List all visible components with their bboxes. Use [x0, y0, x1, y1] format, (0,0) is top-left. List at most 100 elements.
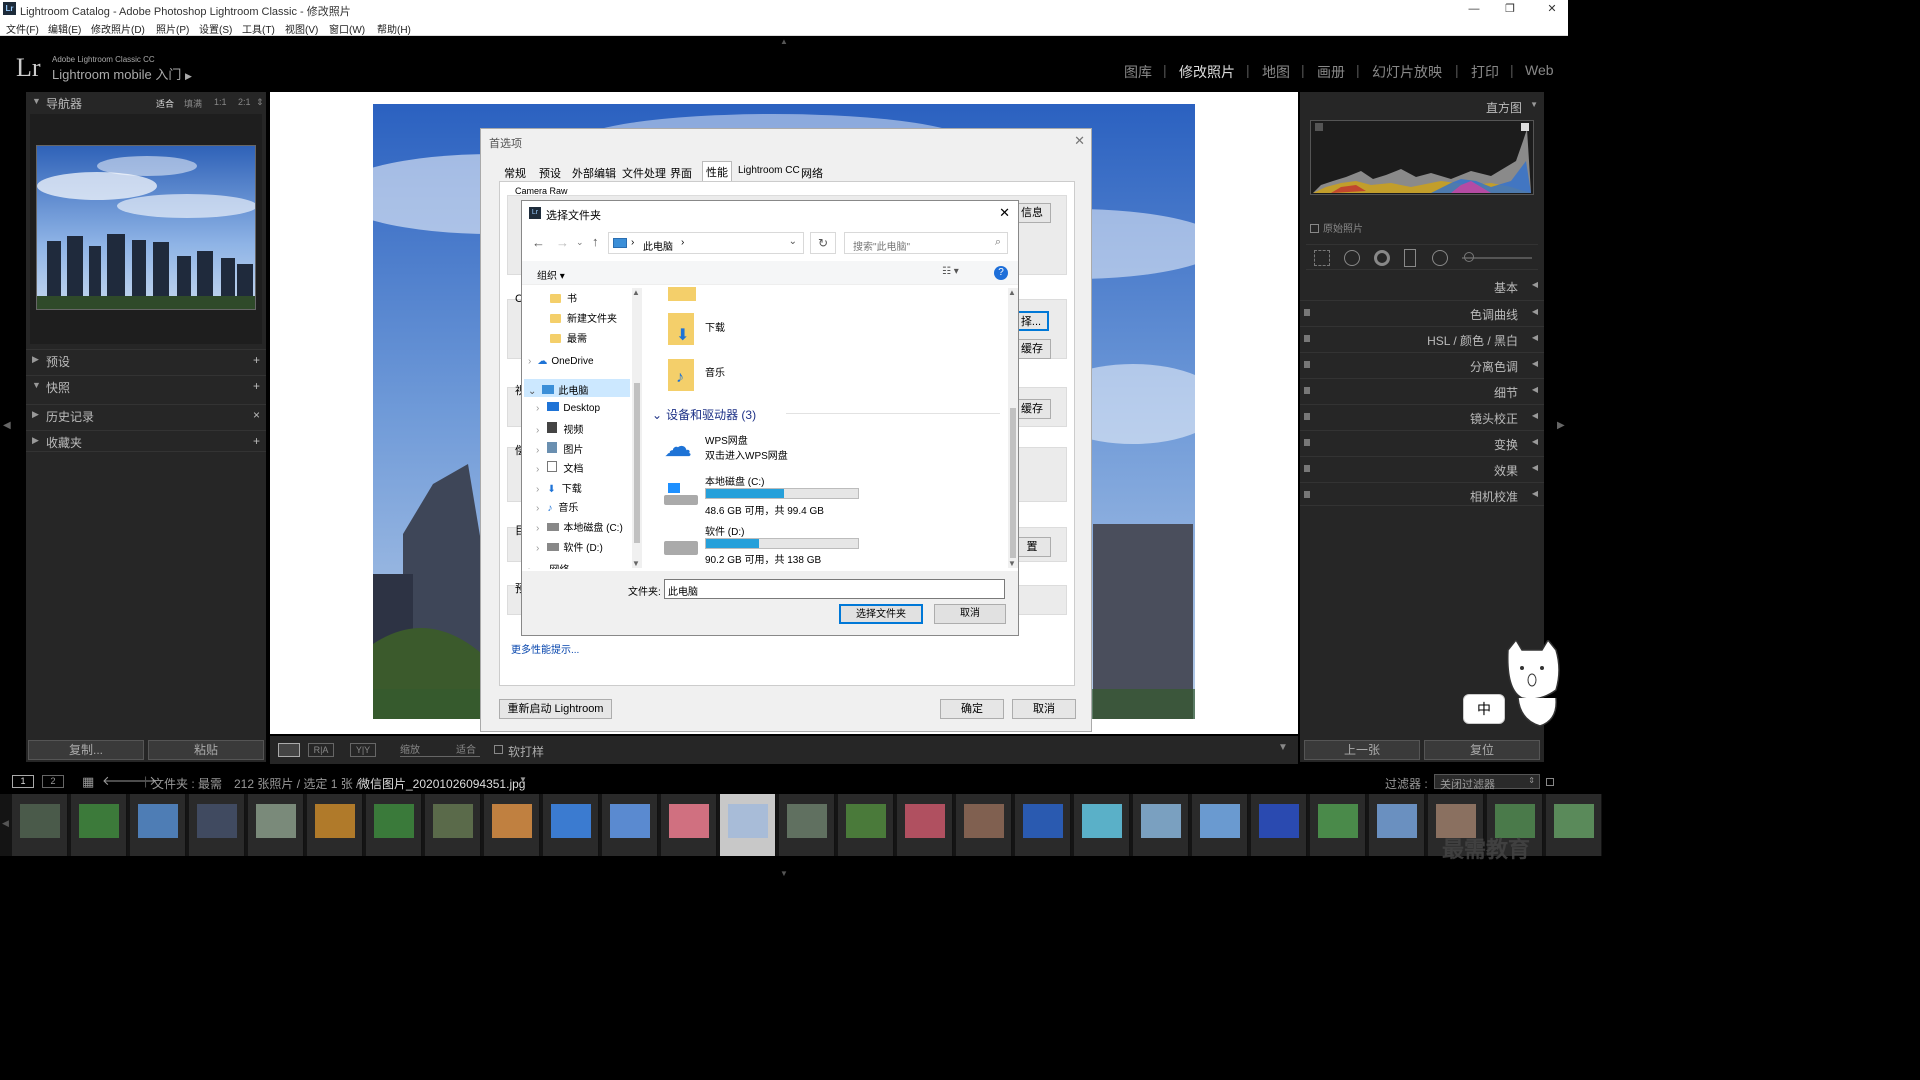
copy-settings-button[interactable]: 复制... [28, 740, 144, 760]
back-arrow-icon[interactable]: ← [532, 235, 545, 250]
filmstrip-thumbnail[interactable] [189, 794, 245, 856]
add-collection-button[interactable]: + [253, 434, 260, 448]
minimize-button[interactable]: — [1464, 1, 1484, 17]
tab-file-handling[interactable]: 文件处理 [619, 163, 669, 183]
restart-lightroom-button[interactable]: 重新启动 Lightroom [499, 699, 612, 719]
help-icon[interactable]: ? [994, 266, 1008, 280]
filmstrip-thumbnail[interactable] [1074, 794, 1130, 856]
filmstrip-thumbnail[interactable] [1546, 794, 1602, 856]
panel-toggle-icon[interactable] [1304, 491, 1310, 498]
before-after-swap-button[interactable]: Y|Y [350, 743, 376, 757]
content-scrollbar-thumb[interactable] [1010, 408, 1016, 558]
histogram-header[interactable]: 直方图 ▼ [1300, 94, 1544, 118]
nav-zoom-fit[interactable]: 适合 [156, 97, 174, 110]
highlight-clipping-icon[interactable] [1521, 123, 1529, 131]
menu-edit[interactable]: 编辑(E) [48, 21, 81, 36]
filmstrip-thumbnail[interactable] [425, 794, 481, 856]
filmstrip-thumbnail[interactable] [307, 794, 363, 856]
module-book[interactable]: 画册 [1317, 62, 1345, 82]
search-input[interactable]: 搜索"此电脑" ⌕ [844, 232, 1008, 254]
menu-view[interactable]: 视图(V) [285, 21, 318, 36]
menu-settings[interactable]: 设置(S) [199, 21, 232, 36]
filmstrip-thumbnail[interactable] [661, 794, 717, 856]
mobile-link[interactable]: Lightroom mobile 入门 ▶ [52, 64, 192, 83]
navigator-thumbnail[interactable] [36, 145, 256, 310]
devices-group-header[interactable]: ⌄ 设备和驱动器 (3) [652, 406, 756, 423]
tree-item[interactable]: › ♪ 音乐 [536, 499, 578, 514]
module-develop[interactable]: 修改照片 [1179, 62, 1235, 82]
close-icon[interactable]: ✕ [999, 205, 1010, 221]
adjustment-brush-icon[interactable] [1464, 252, 1474, 262]
split-toning-header[interactable]: 分离色调 ◀ [1300, 352, 1544, 376]
collections-header[interactable]: ▶ 收藏夹 + [26, 430, 266, 452]
filmstrip-thumbnail[interactable] [366, 794, 422, 856]
tab-general[interactable]: 常规 [501, 163, 529, 183]
source-label[interactable]: 文件夹 : 最需 [152, 775, 222, 792]
panel-toggle-icon[interactable] [1304, 465, 1310, 472]
lens-corrections-header[interactable]: 镜头校正 ◀ [1300, 404, 1544, 428]
tree-item-onedrive[interactable]: › ☁ OneDrive [528, 356, 594, 367]
tone-curve-header[interactable]: 色调曲线 ◀ [1300, 300, 1544, 324]
hsl-header[interactable]: HSL / 颜色 / 黑白 ◀ [1300, 326, 1544, 350]
address-dropdown-icon[interactable]: ⌄ [789, 236, 797, 247]
filmstrip-toggle-icon[interactable]: ▼ [780, 869, 788, 878]
tab-performance[interactable]: 性能 [702, 161, 732, 182]
filmstrip-thumbnail[interactable] [1251, 794, 1307, 856]
view-options-icon[interactable]: ☷ ▾ [942, 266, 959, 277]
scroll-down-icon[interactable]: ▼ [632, 559, 640, 568]
soft-proof-checkbox[interactable] [494, 745, 503, 754]
tree-scrollbar[interactable]: ▲ ▼ [632, 288, 642, 568]
c-drive-name[interactable]: 本地磁盘 (C:) [705, 473, 764, 488]
nav-zoom-2-1[interactable]: 2:1 [238, 97, 251, 107]
chevron-down-icon[interactable]: ▼ [519, 775, 527, 784]
filmstrip-thumbnail[interactable] [130, 794, 186, 856]
panel-toggle-icon[interactable] [1304, 439, 1310, 446]
ime-indicator[interactable]: 中 [1463, 694, 1505, 724]
zoom-slider[interactable] [400, 756, 480, 757]
filmstrip-thumbnail[interactable] [71, 794, 127, 856]
forward-arrow-icon[interactable]: → [556, 235, 569, 250]
shadow-clipping-icon[interactable] [1315, 123, 1323, 131]
refresh-icon[interactable]: ↻ [810, 232, 836, 254]
grid-view-icon[interactable]: ▦ [82, 774, 94, 790]
panel-toggle-icon[interactable] [1304, 413, 1310, 420]
ok-button[interactable]: 确定 [940, 699, 1004, 719]
second-window-button[interactable]: 2 [42, 775, 64, 788]
tree-item[interactable]: 书 [550, 290, 577, 305]
tree-item[interactable]: 最需 [550, 330, 587, 345]
scroll-down-icon[interactable]: ▼ [1008, 559, 1016, 568]
chooser-cancel-button[interactable]: 取消 [934, 604, 1006, 624]
tree-item-network[interactable]: › 网络 [528, 561, 569, 569]
filter-lock-icon[interactable] [1546, 778, 1554, 786]
menu-file[interactable]: 文件(F) [6, 21, 39, 36]
main-window-button[interactable]: 1 [12, 775, 34, 788]
crop-overlay-icon[interactable] [1314, 250, 1330, 266]
menu-window[interactable]: 窗口(W) [329, 21, 365, 36]
filmstrip-thumbnail[interactable] [543, 794, 599, 856]
filmstrip-thumbnail[interactable] [1310, 794, 1366, 856]
tree-item[interactable]: › ⬇ 下载 [536, 480, 582, 495]
restore-button[interactable]: ❐ [1500, 1, 1520, 17]
filmstrip-thumbnail[interactable] [484, 794, 540, 856]
right-panel-toggle-icon[interactable]: ▶ [1557, 420, 1565, 431]
filmstrip-thumbnail[interactable] [248, 794, 304, 856]
tree-item[interactable]: › 文档 [536, 460, 583, 475]
radial-filter-icon[interactable] [1432, 250, 1448, 266]
address-bar[interactable]: › 此电脑 › ⌄ [608, 232, 804, 254]
before-after-view-button[interactable]: R|A [308, 743, 334, 757]
history-header[interactable]: ▶ 历史记录 × [26, 404, 266, 426]
red-eye-icon[interactable] [1374, 250, 1390, 266]
transform-header[interactable]: 变换 ◀ [1300, 430, 1544, 454]
snapshots-header[interactable]: ▼ 快照 + [26, 375, 266, 397]
presets-header[interactable]: ▶ 预设 + [26, 349, 266, 371]
nav-zoom-1-1[interactable]: 1:1 [214, 97, 227, 107]
tree-item-this-pc[interactable]: ⌄ 此电脑 [528, 382, 588, 397]
filmstrip-thumbnail[interactable] [897, 794, 953, 856]
module-print[interactable]: 打印 [1471, 62, 1499, 82]
filter-dropdown[interactable]: 关闭过滤器 ⇕ [1434, 774, 1540, 791]
tree-item[interactable]: › 视频 [536, 421, 583, 436]
filmstrip-thumbnail[interactable] [1133, 794, 1189, 856]
filename-label[interactable]: 微信图片_20201026094351.jpg [358, 775, 525, 792]
tree-item[interactable]: › 软件 (D:) [536, 539, 603, 554]
select-folder-button[interactable]: 选择文件夹 [839, 604, 923, 624]
